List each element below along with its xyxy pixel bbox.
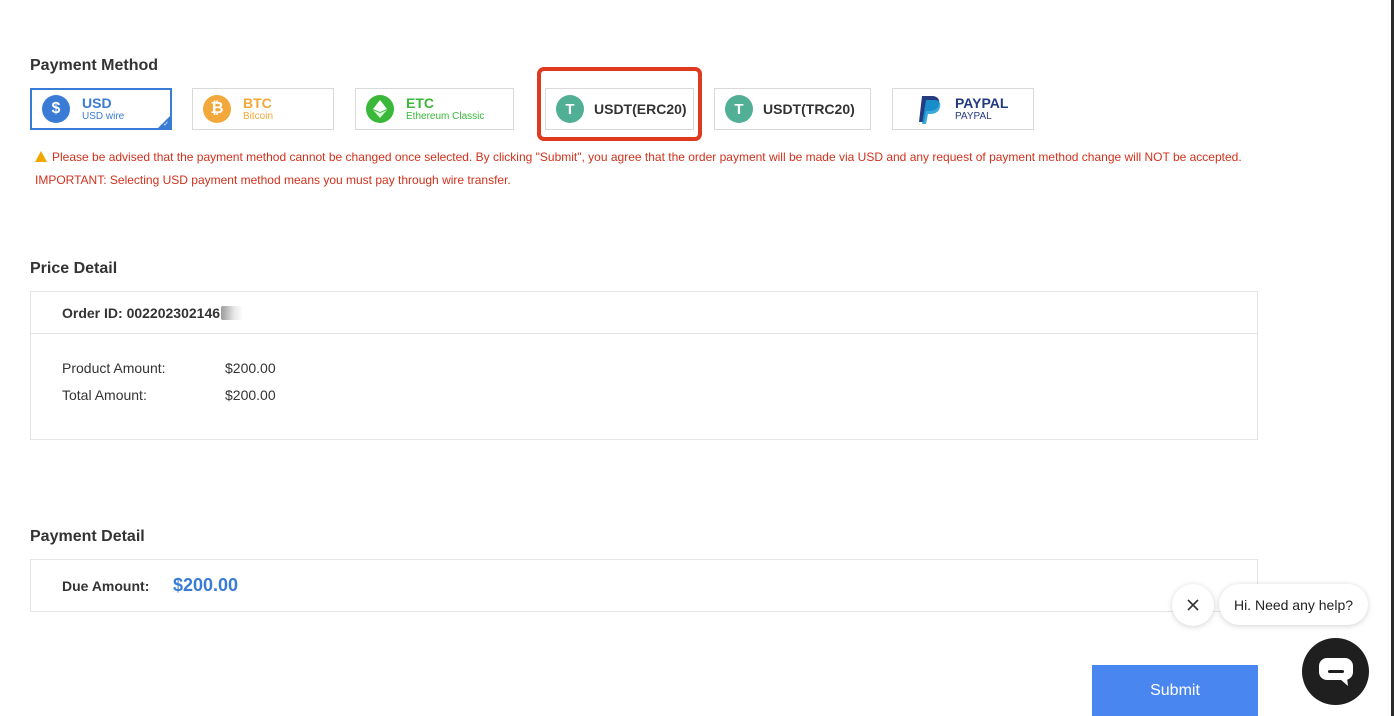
tether-icon: T bbox=[725, 95, 753, 123]
payment-option-usd[interactable]: $ USD USD wire ✓ bbox=[30, 88, 172, 130]
payment-detail-title: Payment Detail bbox=[30, 528, 145, 545]
check-icon: ✓ bbox=[163, 121, 169, 128]
payment-option-btc[interactable]: ₿ BTC Bitcoin bbox=[192, 88, 334, 130]
payment-option-name: USD bbox=[82, 95, 112, 111]
product-amount-value: $200.00 bbox=[225, 360, 276, 376]
payment-method-title: Payment Method bbox=[30, 57, 159, 74]
price-detail-box: Order ID: 002202302146 Product Amount: $… bbox=[30, 291, 1258, 440]
important-text: IMPORTANT: Selecting USD payment method … bbox=[35, 173, 511, 187]
payment-option-paypal[interactable]: PAYPAL PAYPAL bbox=[892, 88, 1034, 130]
payment-option-sub: USD wire bbox=[82, 111, 125, 122]
payment-option-name: USDT(TRC20) bbox=[763, 101, 855, 117]
total-amount-row: Total Amount: $200.00 bbox=[62, 387, 276, 403]
order-id-row: Order ID: 002202302146 bbox=[31, 292, 1257, 334]
product-amount-label: Product Amount: bbox=[62, 360, 166, 376]
order-id-label: Order ID: bbox=[62, 304, 123, 321]
payment-option-sub: Bitcoin bbox=[243, 111, 274, 122]
close-chat-button[interactable] bbox=[1172, 584, 1214, 626]
due-amount-label: Due Amount: bbox=[62, 578, 150, 594]
paypal-icon bbox=[917, 94, 943, 124]
dollar-coin-icon: $ bbox=[42, 95, 70, 123]
redacted-mark bbox=[221, 305, 244, 320]
payment-option-name: BTC bbox=[243, 95, 272, 111]
warning-icon bbox=[35, 151, 47, 162]
payment-option-name: PAYPAL bbox=[955, 95, 1009, 111]
payment-option-usdt-trc20[interactable]: T USDT(TRC20) bbox=[714, 88, 871, 130]
checkout-page: Payment Method $ USD USD wire ✓ ₿ BTC Bi… bbox=[0, 0, 1394, 716]
order-id-value: 002202302146 bbox=[126, 304, 221, 321]
payment-option-etc[interactable]: ETC Ethereum Classic bbox=[355, 88, 514, 130]
close-icon bbox=[1187, 599, 1199, 611]
payment-option-usdt-erc20[interactable]: T USDT(ERC20) bbox=[545, 88, 694, 130]
price-detail-title: Price Detail bbox=[30, 260, 118, 277]
payment-option-sub: Ethereum Classic bbox=[406, 111, 485, 122]
product-amount-row: Product Amount: $200.00 bbox=[62, 360, 276, 376]
tether-icon: T bbox=[556, 95, 584, 123]
chat-icon bbox=[1318, 657, 1353, 686]
submit-button[interactable]: Submit bbox=[1092, 665, 1258, 716]
payment-notice: Please be advised that the payment metho… bbox=[35, 146, 1265, 192]
ethereum-classic-icon bbox=[366, 95, 394, 123]
notice-text: Please be advised that the payment metho… bbox=[52, 150, 1242, 164]
due-amount-value: $200.00 bbox=[173, 575, 239, 595]
chat-launcher-button[interactable] bbox=[1302, 638, 1369, 705]
chat-greeting-bubble[interactable]: Hi. Need any help? bbox=[1219, 584, 1368, 625]
total-amount-label: Total Amount: bbox=[62, 387, 147, 403]
total-amount-value: $200.00 bbox=[225, 387, 276, 403]
payment-option-sub: PAYPAL bbox=[955, 111, 992, 122]
payment-detail-box: Due Amount: $200.00 bbox=[30, 559, 1258, 612]
payment-option-name: USDT(ERC20) bbox=[594, 101, 687, 117]
bitcoin-icon: ₿ bbox=[203, 95, 231, 123]
payment-option-name: ETC bbox=[406, 95, 434, 111]
